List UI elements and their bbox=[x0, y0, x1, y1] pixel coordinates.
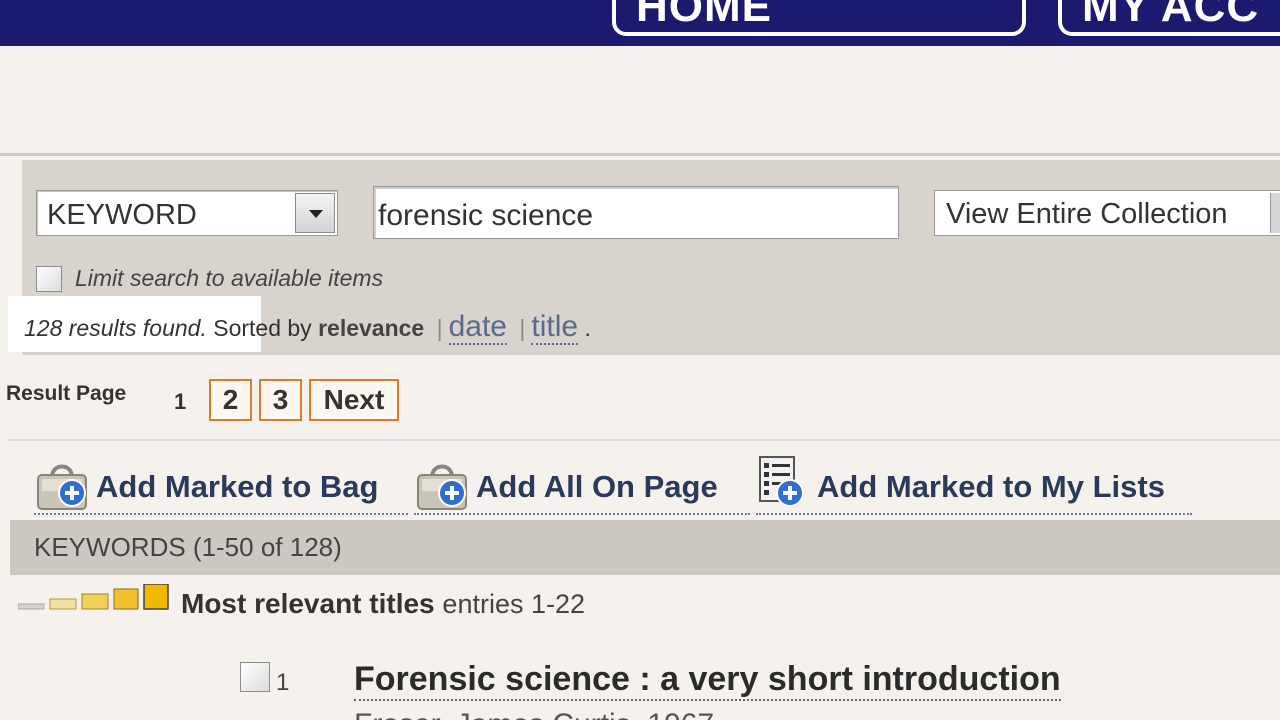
next-page-button[interactable]: Next bbox=[309, 379, 399, 421]
add-marked-to-my-lists-button[interactable]: Add Marked to My Lists bbox=[756, 455, 1192, 515]
most-relevant-heading: Most relevant titles entries 1-22 bbox=[181, 588, 585, 620]
page-3-button[interactable]: 3 bbox=[259, 379, 302, 421]
sort-separator: | bbox=[519, 315, 526, 341]
most-relevant-title: Most relevant titles bbox=[181, 588, 435, 619]
add-marked-to-my-lists-label: Add Marked to My Lists bbox=[817, 469, 1165, 504]
nav-tab-home[interactable]: HOME bbox=[612, 0, 1026, 36]
bag-add-icon bbox=[417, 464, 467, 510]
sorted-by-label: Sorted by bbox=[213, 315, 312, 341]
item-title-link[interactable]: Forensic science : a very short introduc… bbox=[354, 660, 1061, 701]
page-2-button[interactable]: 2 bbox=[209, 379, 252, 421]
item-author: Fraser, James Curtis, 1967- bbox=[354, 708, 724, 720]
relevance-meter-icon bbox=[18, 584, 169, 610]
sort-trail: . bbox=[584, 315, 591, 341]
item-number: 1 bbox=[276, 669, 290, 696]
link-underline bbox=[34, 513, 408, 515]
panel-divider bbox=[0, 153, 1280, 156]
dropdown-arrow-icon[interactable] bbox=[295, 193, 335, 233]
bag-add-icon bbox=[37, 464, 87, 510]
search-type-value: KEYWORD bbox=[47, 199, 197, 231]
current-page: 1 bbox=[174, 389, 187, 414]
sort-current: relevance bbox=[318, 315, 425, 341]
add-marked-to-bag-button[interactable]: Add Marked to Bag bbox=[34, 455, 408, 515]
entries-range: entries 1-22 bbox=[442, 589, 586, 619]
result-page-label: Result Page bbox=[6, 382, 127, 405]
collection-dropdown-arrow-icon[interactable] bbox=[1270, 193, 1280, 233]
collection-value: View Entire Collection bbox=[946, 198, 1228, 230]
link-underline bbox=[414, 513, 750, 515]
add-all-on-page-button[interactable]: Add All On Page bbox=[414, 455, 750, 515]
limit-available-checkbox[interactable] bbox=[36, 266, 62, 292]
results-summary: 128 results found. Sorted by relevance |… bbox=[24, 310, 591, 345]
collection-select[interactable]: View Entire Collection bbox=[934, 190, 1280, 236]
limit-available-label: Limit search to available items bbox=[75, 265, 384, 291]
sort-separator: | bbox=[436, 315, 443, 341]
list-add-icon bbox=[759, 456, 804, 507]
search-input[interactable]: forensic science bbox=[373, 186, 899, 239]
search-type-select[interactable]: KEYWORD bbox=[36, 190, 338, 236]
keywords-header: KEYWORDS (1-50 of 128) bbox=[34, 532, 342, 562]
item-checkbox[interactable] bbox=[240, 662, 270, 692]
divider bbox=[8, 439, 1280, 441]
nav-tab-my-account[interactable]: MY ACC bbox=[1058, 0, 1280, 36]
add-marked-to-bag-label: Add Marked to Bag bbox=[96, 469, 379, 504]
sort-by-title-link[interactable]: title bbox=[531, 310, 579, 345]
link-underline bbox=[756, 513, 1192, 515]
add-all-on-page-label: Add All On Page bbox=[476, 469, 718, 504]
sort-by-date-link[interactable]: date bbox=[448, 310, 507, 345]
results-count: 128 results found. bbox=[24, 315, 207, 341]
